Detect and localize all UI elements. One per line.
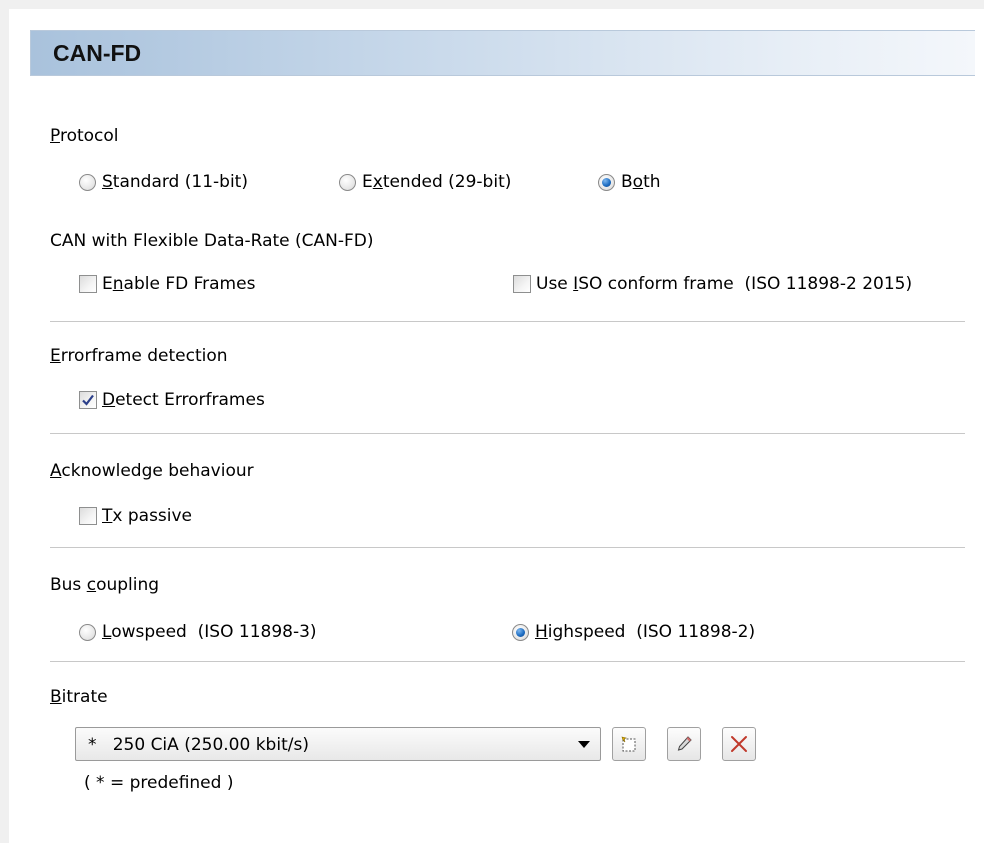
- errorframe-label: Errorframe detection: [50, 346, 228, 366]
- radio-both[interactable]: Both: [598, 172, 661, 192]
- edit-pencil-icon: [677, 736, 692, 751]
- divider: [50, 547, 965, 549]
- canfd-label: CAN with Flexible Data-Rate (CAN-FD): [50, 231, 374, 251]
- detect-errorframes-label: Detect Errorframes: [102, 390, 265, 410]
- bitrate-select[interactable]: * 250 CiA (250.00 kbit/s): [75, 727, 601, 761]
- radio-circle-selected[interactable]: [512, 623, 529, 641]
- radio-extended-label: Extended (29-bit): [362, 172, 512, 192]
- bitrate-value: * 250 CiA (250.00 kbit/s): [88, 735, 309, 755]
- new-icon: [621, 736, 636, 752]
- acknowledge-label: Acknowledge behaviour: [50, 461, 254, 481]
- radio-lowspeed[interactable]: Lowspeed (ISO 11898-3): [79, 622, 317, 642]
- checkbox-box-checked[interactable]: [79, 391, 97, 409]
- settings-panel: [9, 9, 984, 843]
- radio-standard-label: Standard (11-bit): [102, 172, 248, 192]
- radio-circle-selected[interactable]: [598, 173, 615, 191]
- new-bitrate-button[interactable]: [612, 727, 646, 761]
- checkbox-box[interactable]: [79, 507, 97, 525]
- checkbox-box[interactable]: [513, 275, 531, 293]
- radio-circle[interactable]: [79, 623, 96, 641]
- delete-bitrate-button[interactable]: [722, 727, 756, 761]
- divider: [50, 433, 965, 435]
- radio-circle[interactable]: [339, 173, 356, 191]
- bitrate-label: Bitrate: [50, 687, 108, 707]
- protocol-label: Protocol: [50, 126, 119, 146]
- enable-fd-checkbox[interactable]: Enable FD Frames: [79, 274, 255, 294]
- edit-bitrate-button[interactable]: [667, 727, 701, 761]
- checkbox-box[interactable]: [79, 275, 97, 293]
- radio-circle[interactable]: [79, 173, 96, 191]
- iso-conform-checkbox[interactable]: Use ISO conform frame (ISO 11898-2 2015): [513, 274, 912, 294]
- radio-extended[interactable]: Extended (29-bit): [339, 172, 511, 192]
- tx-passive-label: Tx passive: [102, 506, 193, 526]
- radio-both-label: Both: [621, 172, 661, 192]
- bitrate-note: ( * = predefined ): [84, 773, 234, 793]
- radio-standard[interactable]: Standard (11-bit): [79, 172, 248, 192]
- iso-conform-label: Use ISO conform frame (ISO 11898-2 2015): [536, 274, 913, 294]
- bus-coupling-label: Bus coupling: [50, 575, 160, 595]
- tx-passive-checkbox[interactable]: Tx passive: [79, 506, 192, 526]
- radio-highspeed-label: Highspeed (ISO 11898-2): [535, 622, 756, 642]
- divider: [50, 661, 965, 663]
- chevron-down-icon[interactable]: [578, 741, 590, 748]
- enable-fd-label: Enable FD Frames: [102, 274, 256, 294]
- radio-lowspeed-label: Lowspeed (ISO 11898-3): [102, 622, 317, 642]
- delete-x-icon: [731, 736, 747, 752]
- section-header: CAN-FD: [30, 30, 975, 76]
- divider: [50, 321, 965, 323]
- radio-highspeed[interactable]: Highspeed (ISO 11898-2): [512, 622, 755, 642]
- page-title: CAN-FD: [53, 40, 142, 66]
- checkmark-icon: [82, 394, 94, 406]
- detect-errorframes-checkbox[interactable]: Detect Errorframes: [79, 390, 265, 410]
